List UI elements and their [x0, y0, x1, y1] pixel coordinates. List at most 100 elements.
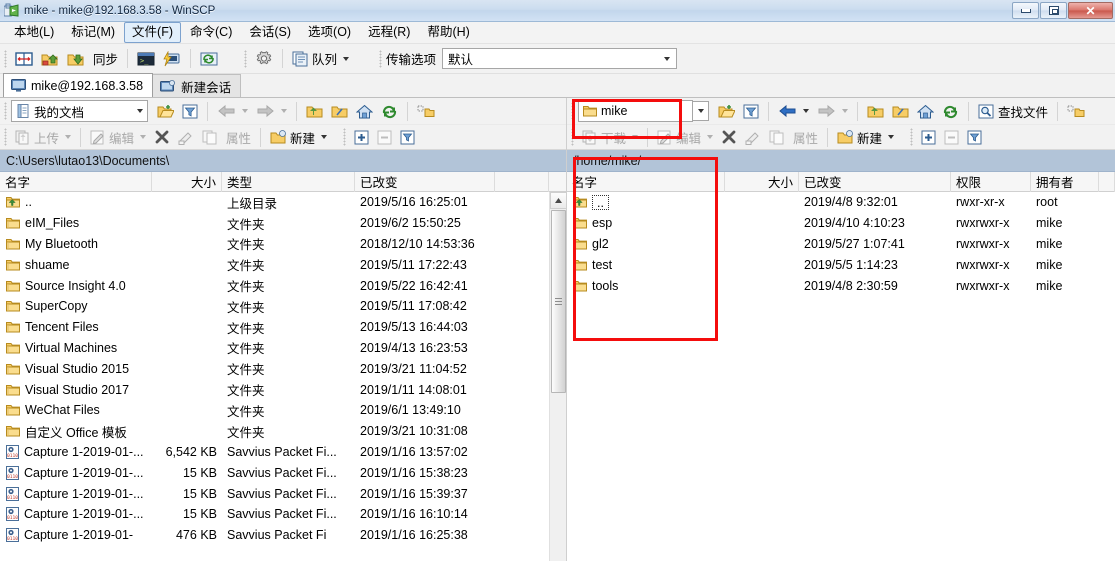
remote-filter-button[interactable]: [739, 99, 763, 123]
remote-drive-dropdown-button[interactable]: [693, 101, 709, 121]
table-row[interactable]: My Bluetooth 文件夹 2018/12/10 14:53:36: [0, 234, 566, 255]
remote-rename-button[interactable]: [741, 125, 765, 149]
menu-local[interactable]: 本地(L): [6, 22, 62, 43]
local-ops-grip[interactable]: [4, 128, 7, 146]
table-row[interactable]: SuperCopy 文件夹 2019/5/11 17:08:42: [0, 296, 566, 317]
table-row[interactable]: gl2 2019/5/27 1:07:41 rwxrwxr-x mike: [567, 234, 1115, 255]
menu-command[interactable]: 命令(C): [182, 22, 240, 43]
table-row[interactable]: 0110 Capture 1-2019-01-... 15 KB Savvius Pa…: [0, 462, 566, 483]
transfer-options-combo[interactable]: 默认: [442, 48, 678, 69]
local-delete-button[interactable]: [150, 125, 174, 149]
remote-col-size[interactable]: 大小: [725, 171, 799, 192]
remote-path-bar[interactable]: /home/mike/: [567, 150, 1115, 172]
tab-new-session[interactable]: 新建会话: [152, 74, 242, 97]
local-bookmarks-button[interactable]: [413, 99, 439, 123]
toolbar-grip[interactable]: [4, 49, 7, 68]
local-col-type[interactable]: 类型: [222, 171, 355, 192]
table-row[interactable]: Visual Studio 2017 文件夹 2019/1/11 14:08:01: [0, 379, 566, 400]
local-back-button[interactable]: [213, 99, 252, 123]
table-row[interactable]: WeChat Files 文件夹 2019/6/1 13:49:10: [0, 400, 566, 421]
remote-back-button[interactable]: [774, 99, 813, 123]
local-col-name[interactable]: 名字: [0, 171, 152, 192]
open-putty-button[interactable]: [159, 47, 185, 71]
table-row[interactable]: Tencent Files 文件夹 2019/5/13 16:44:03: [0, 317, 566, 338]
close-button[interactable]: ✕: [1068, 2, 1113, 19]
remote-refresh-button[interactable]: [938, 99, 963, 123]
transfer-options-dropdown-button[interactable]: [659, 50, 675, 67]
local-rename-button[interactable]: [174, 125, 198, 149]
local-scroll-up-button[interactable]: [550, 192, 566, 209]
table-row[interactable]: 0110 Capture 1-2019-01- 476 KB Savvius Pack…: [0, 525, 566, 546]
local-col-size[interactable]: 大小: [152, 171, 222, 192]
remote-ops-grip-2[interactable]: [910, 128, 914, 146]
menu-help[interactable]: 帮助(H): [419, 22, 477, 43]
table-row[interactable]: 0110 Capture 1-2019-01-... 15 KB Savvius Pa…: [0, 483, 566, 504]
local-forward-button[interactable]: [252, 99, 291, 123]
download-transfer-button[interactable]: [63, 47, 89, 71]
remote-open-directory-button[interactable]: [714, 99, 739, 123]
table-row[interactable]: tools 2019/4/8 2:30:59 rwxrwxr-x mike: [567, 275, 1115, 296]
table-row[interactable]: eIM_Files 文件夹 2019/6/2 15:50:25: [0, 213, 566, 234]
remote-home-dir-button[interactable]: [913, 99, 938, 123]
remote-unselect-button[interactable]: [940, 125, 963, 149]
local-new-button[interactable]: 新建: [266, 125, 331, 149]
local-nav-grip[interactable]: [4, 102, 7, 120]
remote-file-list[interactable]: .. 2019/4/8 9:32:01 rwxr-xr-x root esp 2019/4…: [567, 192, 1115, 561]
local-drive-combo[interactable]: 我的文档: [11, 100, 148, 122]
remote-ops-grip[interactable]: [571, 128, 574, 146]
local-home-dir-button[interactable]: [352, 99, 377, 123]
minimize-button[interactable]: [1012, 2, 1039, 19]
local-ops-grip-2[interactable]: [343, 128, 347, 146]
open-terminal-button[interactable]: >_: [133, 47, 159, 71]
menu-file[interactable]: 文件(F): [124, 22, 181, 43]
table-row[interactable]: Virtual Machines 文件夹 2019/4/13 16:23:53: [0, 338, 566, 359]
remote-col-perms[interactable]: 权限: [951, 171, 1031, 192]
table-row[interactable]: 0110 Capture 1-2019-01-... 6,542 KB Savvius…: [0, 442, 566, 463]
local-upload-button[interactable]: 上传: [11, 125, 75, 149]
table-row[interactable]: .. 2019/4/8 9:32:01 rwxr-xr-x root: [567, 192, 1115, 213]
upload-transfer-button[interactable]: [37, 47, 63, 71]
remote-col-filler[interactable]: [1099, 171, 1115, 192]
table-row[interactable]: esp 2019/4/10 4:10:23 rwxrwxr-x mike: [567, 213, 1115, 234]
local-duplicate-button[interactable]: [198, 125, 222, 149]
local-filter-button[interactable]: [178, 99, 202, 123]
remote-edit-button[interactable]: 编辑: [653, 125, 717, 149]
local-selection-filter-button[interactable]: [396, 125, 419, 149]
remote-col-name[interactable]: 名字: [567, 171, 725, 192]
refresh-both-button[interactable]: [196, 47, 222, 71]
remote-col-owner[interactable]: 拥有者: [1031, 171, 1099, 192]
local-select-more-button[interactable]: [350, 125, 373, 149]
remote-selection-filter-button[interactable]: [963, 125, 986, 149]
preferences-button[interactable]: [251, 47, 277, 71]
local-edit-button[interactable]: 编辑: [86, 125, 150, 149]
table-row[interactable]: .. 上级目录 2019/5/16 16:25:01: [0, 192, 566, 213]
local-drive-dropdown-button[interactable]: [132, 101, 147, 121]
tab-session-mike[interactable]: mike@192.168.3.58: [3, 73, 154, 97]
local-scroll-thumb[interactable]: [551, 210, 566, 393]
local-open-directory-button[interactable]: [153, 99, 178, 123]
table-row[interactable]: 自定义 Office 模板 文件夹 2019/3/21 10:31:08: [0, 421, 566, 442]
remote-col-modified[interactable]: 已改变: [799, 171, 951, 192]
remote-forward-button[interactable]: [813, 99, 852, 123]
local-properties-button[interactable]: 属性: [222, 125, 255, 149]
local-vertical-scrollbar[interactable]: [549, 192, 566, 561]
remote-find-files-button[interactable]: 查找文件: [974, 99, 1052, 123]
remote-nav-grip[interactable]: [571, 102, 574, 120]
remote-duplicate-button[interactable]: [765, 125, 789, 149]
remote-root-dir-button[interactable]: [888, 99, 913, 123]
remote-properties-button[interactable]: 属性: [789, 125, 822, 149]
local-path-bar[interactable]: C:\Users\lutao13\Documents\: [0, 150, 566, 172]
menu-remote[interactable]: 远程(R): [360, 22, 418, 43]
local-unselect-button[interactable]: [373, 125, 396, 149]
remote-new-button[interactable]: 新建: [833, 125, 898, 149]
toolbar-grip-3[interactable]: [379, 49, 383, 68]
remote-select-more-button[interactable]: [917, 125, 940, 149]
local-parent-dir-button[interactable]: [302, 99, 327, 123]
local-root-dir-button[interactable]: [327, 99, 352, 123]
table-row[interactable]: Source Insight 4.0 文件夹 2019/5/22 16:42:41: [0, 275, 566, 296]
local-col-filler[interactable]: [495, 171, 549, 192]
restore-button[interactable]: [1040, 2, 1067, 19]
table-row[interactable]: shuame 文件夹 2019/5/11 17:22:43: [0, 254, 566, 275]
local-file-list[interactable]: .. 上级目录 2019/5/16 16:25:01 eIM_Files 文件夹 2019…: [0, 192, 566, 561]
menu-session[interactable]: 会话(S): [241, 22, 299, 43]
